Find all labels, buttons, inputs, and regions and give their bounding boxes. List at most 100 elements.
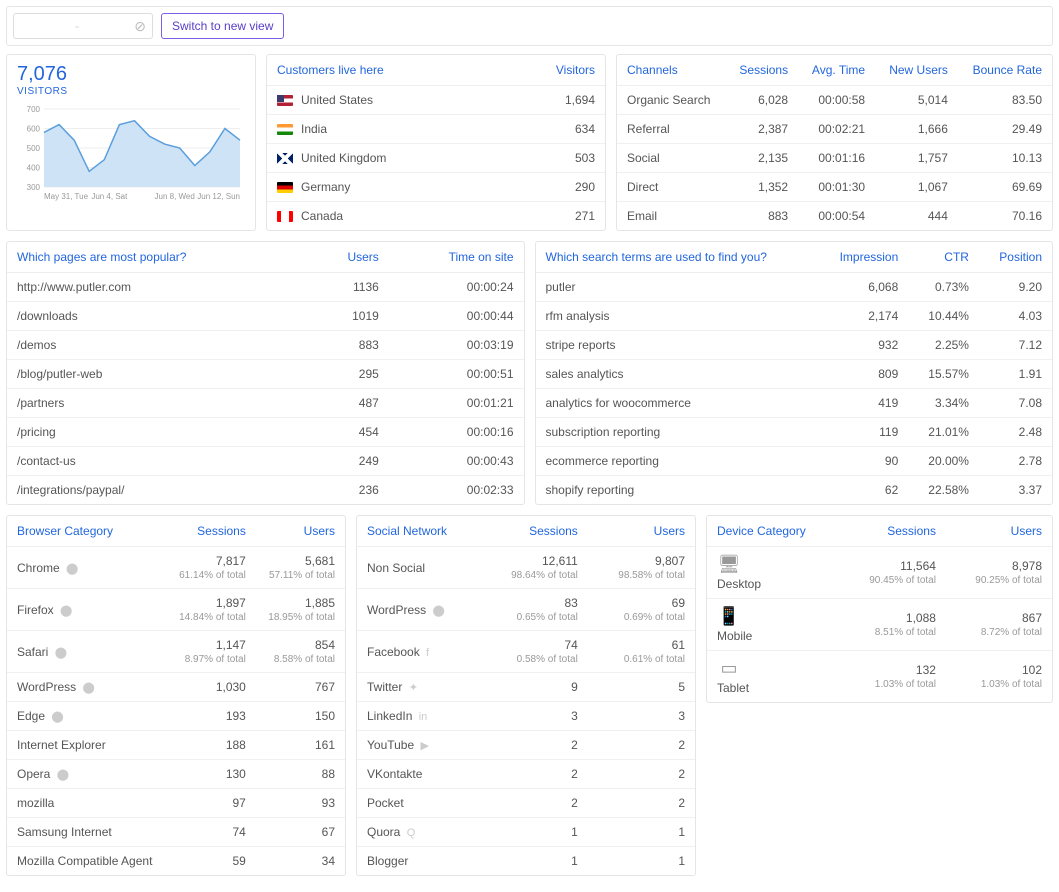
search-term: sales analytics	[536, 360, 817, 389]
social-row[interactable]: Quora Q11	[357, 818, 695, 847]
visitors-card: 7,076 VISITORS 300400500600700 May 31, T…	[6, 54, 256, 231]
browsers-title[interactable]: Browser Category	[7, 516, 167, 547]
brand-icon: ⬤	[60, 605, 72, 617]
browser-row[interactable]: Firefox ⬤1,89714.84% of total1,88518.95%…	[7, 589, 345, 631]
social-row[interactable]: Blogger 11	[357, 847, 695, 876]
svg-text:600: 600	[27, 125, 41, 134]
channel-row[interactable]: Direct1,35200:01:301,06769.69	[617, 173, 1052, 202]
country-name: United Kingdom	[301, 151, 386, 165]
searchterm-row[interactable]: subscription reporting11921.01%2.48	[536, 418, 1053, 447]
country-row[interactable]: United Kingdom503	[267, 144, 605, 173]
browsers-col-users: Users	[256, 516, 345, 547]
social-row[interactable]: VKontakte 22	[357, 760, 695, 789]
searchterm-row[interactable]: shopify reporting6222.58%3.37	[536, 476, 1053, 505]
social-row[interactable]: WordPress ⬤830.65% of total690.69% of to…	[357, 589, 695, 631]
pages-card: Which pages are most popular? Users Time…	[6, 241, 525, 505]
searchterms-card: Which search terms are used to find you?…	[535, 241, 1054, 505]
page-path: /integrations/paypal/	[7, 476, 307, 505]
country-row[interactable]: Germany290	[267, 173, 605, 202]
brand-icon: ✦	[409, 682, 418, 694]
svg-text:400: 400	[27, 164, 41, 173]
search-term: putler	[536, 273, 817, 302]
social-row[interactable]: LinkedIn in33	[357, 702, 695, 731]
browser-row[interactable]: WordPress ⬤1,030767	[7, 673, 345, 702]
pages-col-time: Time on site	[389, 242, 524, 273]
searchterm-row[interactable]: analytics for woocommerce4193.34%7.08	[536, 389, 1053, 418]
browser-row[interactable]: Safari ⬤1,1478.97% of total8548.58% of t…	[7, 631, 345, 673]
social-row[interactable]: YouTube ▶22	[357, 731, 695, 760]
channels-card: ChannelsSessionsAvg. TimeNew UsersBounce…	[616, 54, 1053, 231]
browser-row[interactable]: Opera ⬤13088	[7, 760, 345, 789]
page-path: /contact-us	[7, 447, 307, 476]
row-label: Blogger	[367, 854, 408, 868]
flag-icon	[277, 211, 293, 222]
searchterm-row[interactable]: putler6,0680.73%9.20	[536, 273, 1053, 302]
browser-row[interactable]: mozilla 9793	[7, 789, 345, 818]
brand-icon: in	[419, 711, 428, 723]
devices-title[interactable]: Device Category	[707, 516, 840, 547]
svg-text:Jun 8, Wed: Jun 8, Wed	[155, 192, 195, 201]
page-row[interactable]: /downloads101900:00:44	[7, 302, 524, 331]
searchterms-col-position: Position	[979, 242, 1052, 273]
channels-col: Channels	[617, 55, 726, 86]
row-label: Non Social	[367, 561, 425, 575]
row-label: Quora	[367, 825, 400, 839]
page-row[interactable]: /pricing45400:00:16	[7, 418, 524, 447]
row-label: Samsung Internet	[17, 825, 112, 839]
channel-row[interactable]: Email88300:00:5444470.16	[617, 202, 1052, 231]
searchterms-title[interactable]: Which search terms are used to find you?	[536, 242, 817, 273]
filter-select[interactable]: - ⊘	[13, 13, 153, 39]
browser-row[interactable]: Internet Explorer 188161	[7, 731, 345, 760]
row-label: Chrome	[17, 561, 60, 575]
channel-row[interactable]: Social2,13500:01:161,75710.13	[617, 144, 1052, 173]
browser-row[interactable]: Chrome ⬤7,81761.14% of total5,68157.11% …	[7, 547, 345, 589]
device-row[interactable]: ▭Tablet1321.03% of total1021.03% of tota…	[707, 651, 1052, 703]
page-row[interactable]: /blog/putler-web29500:00:51	[7, 360, 524, 389]
country-visitors: 634	[511, 115, 605, 144]
searchterm-row[interactable]: stripe reports9322.25%7.12	[536, 331, 1053, 360]
svg-text:Jun 4, Sat: Jun 4, Sat	[91, 192, 128, 201]
searchterm-row[interactable]: sales analytics80915.57%1.91	[536, 360, 1053, 389]
country-row[interactable]: India634	[267, 115, 605, 144]
switch-view-button[interactable]: Switch to new view	[161, 13, 284, 39]
svg-text:500: 500	[27, 144, 41, 153]
clear-icon[interactable]: ⊘	[134, 18, 146, 35]
country-row[interactable]: United States1,694	[267, 86, 605, 115]
brand-icon: ⬤	[82, 682, 94, 694]
page-row[interactable]: /demos88300:03:19	[7, 331, 524, 360]
searchterm-row[interactable]: rfm analysis2,17410.44%4.03	[536, 302, 1053, 331]
social-row[interactable]: Non Social 12,61198.64% of total9,80798.…	[357, 547, 695, 589]
social-row[interactable]: Facebook f740.58% of total610.61% of tot…	[357, 631, 695, 673]
page-row[interactable]: /contact-us24900:00:43	[7, 447, 524, 476]
device-row[interactable]: 🖥Desktop11,56490.45% of total8,97890.25%…	[707, 547, 1052, 599]
country-visitors: 271	[511, 202, 605, 231]
page-row[interactable]: /partners48700:01:21	[7, 389, 524, 418]
page-path: /pricing	[7, 418, 307, 447]
search-term: rfm analysis	[536, 302, 817, 331]
svg-text:300: 300	[27, 183, 41, 192]
browser-row[interactable]: Edge ⬤193150	[7, 702, 345, 731]
pages-title[interactable]: Which pages are most popular?	[7, 242, 307, 273]
page-row[interactable]: http://www.putler.com113600:00:24	[7, 273, 524, 302]
social-row[interactable]: Pocket 22	[357, 789, 695, 818]
social-title[interactable]: Social Network	[357, 516, 481, 547]
social-card: Social Network Sessions Users Non Social…	[356, 515, 696, 876]
flag-icon	[277, 153, 293, 164]
row-label: WordPress	[17, 680, 76, 694]
brand-icon: ⬤	[66, 563, 78, 575]
channel-row[interactable]: Organic Search6,02800:00:585,01483.50	[617, 86, 1052, 115]
row-label: LinkedIn	[367, 709, 412, 723]
country-row[interactable]: Canada271	[267, 202, 605, 231]
social-row[interactable]: Twitter ✦95	[357, 673, 695, 702]
customers-title[interactable]: Customers live here	[277, 63, 384, 77]
browsers-col-sessions: Sessions	[167, 516, 256, 547]
page-row[interactable]: /integrations/paypal/23600:02:33	[7, 476, 524, 505]
browser-row[interactable]: Samsung Internet 7467	[7, 818, 345, 847]
device-row[interactable]: 📱Mobile1,0888.51% of total8678.72% of to…	[707, 599, 1052, 651]
searchterm-row[interactable]: ecommerce reporting9020.00%2.78	[536, 447, 1053, 476]
channel-row[interactable]: Referral2,38700:02:211,66629.49	[617, 115, 1052, 144]
row-label: Firefox	[17, 603, 54, 617]
desktop-icon: 🖥	[717, 554, 741, 575]
brand-icon: ⬤	[51, 711, 63, 723]
browser-row[interactable]: Mozilla Compatible Agent 5934	[7, 847, 345, 876]
